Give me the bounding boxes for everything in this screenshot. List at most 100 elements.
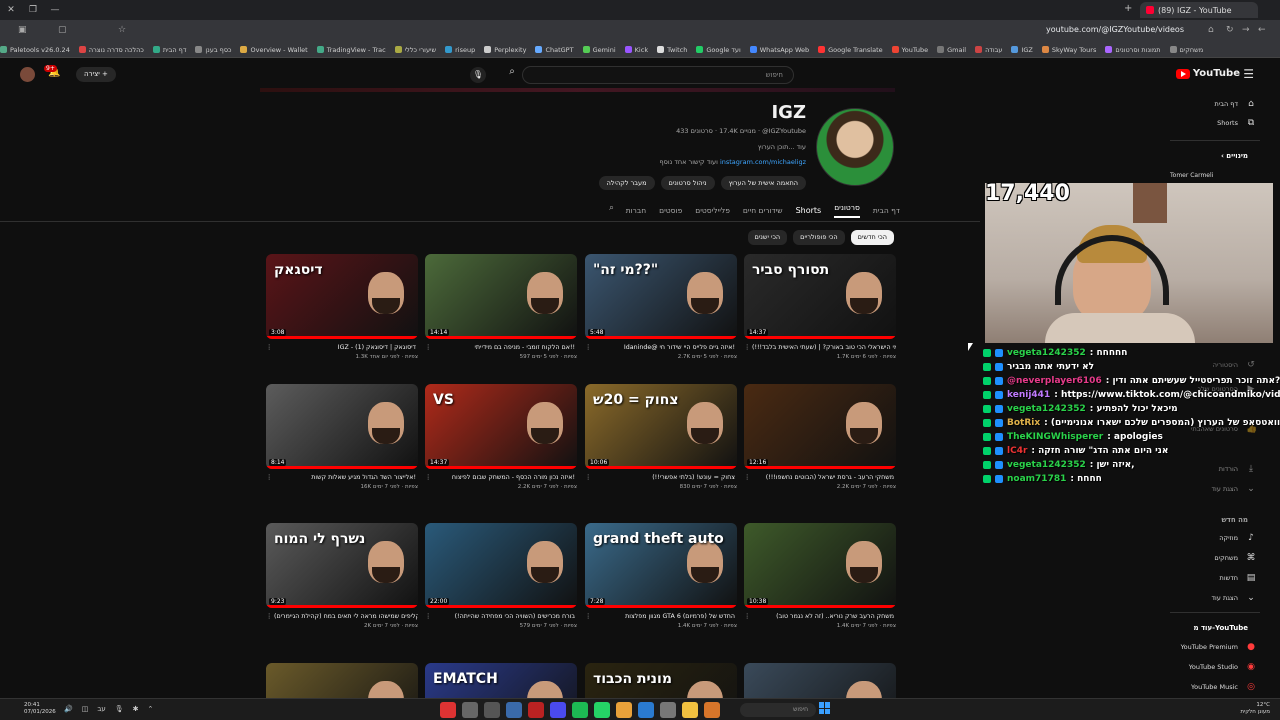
video-card[interactable]: grand theft auto 7:28 ⋮ מגוון מפלצות GTA 6 … [585,523,737,629]
bookmark-item[interactable]: SkyWay Tours [1041,46,1096,54]
video-card[interactable]: 12:16 ⋮ משחקי הרעב - גרסת ישראל (הבוטים נח… [744,384,896,490]
settings-icon[interactable] [484,702,500,718]
video-card[interactable]: תסורף סביר 14:37 ⋮ מי הישראלי הכי טוב באורק… [744,254,896,360]
back-icon[interactable]: ← [1258,25,1266,35]
bookmark-item[interactable]: כהלכה סדרה נוצרה [78,46,144,54]
more-options-icon[interactable]: ⋮ [266,474,272,482]
more-options-icon[interactable]: ⋮ [585,344,591,352]
more-options-icon[interactable]: ⋮ [744,613,750,621]
windows-start-icon[interactable] [819,702,831,714]
video-thumbnail[interactable]: תסורף סביר 14:37 [744,254,896,339]
bookmark-item[interactable]: Google Translate [818,46,883,54]
tab-3[interactable]: שידורים חיים [743,206,783,215]
tab-1[interactable]: סרטונים [834,203,860,218]
channel-description[interactable]: עוד ...תוכן הערוץ [758,143,806,151]
video-thumbnail[interactable]: 22:00 [425,523,577,608]
app-icon-5[interactable] [638,702,654,718]
search-icon[interactable]: ⌕ [500,66,524,84]
bookmark-item[interactable]: Overview - Wallet [240,46,308,54]
minimize-window-icon[interactable]: — [44,5,66,15]
restore-window-icon[interactable]: ❐ [22,5,44,15]
language-icon[interactable]: עב [97,705,105,713]
youtube-logo[interactable]: YouTube [1175,68,1240,79]
video-card[interactable]: "מי זה??" 5:48 ⋮ Idaninde@ איזה גיים פלייס … [585,254,737,360]
tab-5[interactable]: פוסטים [659,206,682,215]
sidebar-subscriptions-title[interactable]: ‹ מינויים [1221,152,1248,160]
video-card[interactable]: צחוק = 20ש 10:06 ⋮ צחוק = עונש! (בלתי אפשרי… [585,384,737,490]
discord-icon[interactable] [550,702,566,718]
whatsapp-icon[interactable] [594,702,610,718]
chevron-up-icon[interactable]: ⌃ [148,705,154,713]
video-card[interactable]: 10:38 ⋮ משחק הרעב שרק נוריא.. (זה לא נגמר … [744,523,896,629]
video-title[interactable]: ⋮ מגוון מפלצות GTA 6 החדש של (פרמיום) [585,613,737,621]
sidebar-item-news[interactable]: חדשות ▤ [1220,573,1256,583]
video-title[interactable]: ⋮ משחק הרעב שרק נוריא.. (זה לא נגמר טוב) [744,613,896,621]
forward-icon[interactable]: → [1242,25,1250,35]
file-explorer-icon[interactable] [682,702,698,718]
video-card[interactable]: 14:14 ⋮ אם הלקוח זומבי - מניפה בם מידייתי!… [425,254,577,360]
app-icon-6[interactable] [660,702,676,718]
video-card[interactable]: 8:14 ⋮ אלייצור השד הגדול מגיע שאלות קשות! 1… [266,384,418,490]
search-input[interactable]: חיפוש [522,66,794,84]
video-title[interactable]: ⋮ מי הישראלי הכי טוב באורק? | (שעתי האישי… [744,344,896,352]
more-options-icon[interactable]: ⋮ [266,344,272,352]
video-title[interactable]: ⋮ איזה נכון מורה הכסף - המשחק שבום לפיצוח… [425,474,577,482]
sidebar-item-home[interactable]: דף הבית ⌂ [1214,99,1256,109]
bookmark-item[interactable]: WhatsApp Web [749,46,809,54]
reload-icon[interactable]: ↻ [1226,25,1234,35]
close-window-icon[interactable]: ✕ [0,5,22,15]
bookmark-item[interactable]: משחקים [1169,46,1203,54]
channel-action-button[interactable]: ניהול סרטונים [660,176,715,190]
channel-links-more[interactable]: ועוד קישור אחד נוסף [660,158,718,166]
mic-icon[interactable]: 🎙 [115,705,124,713]
app-icon-4[interactable] [528,702,544,718]
video-card[interactable]: נשרף לי המוח 9:23 ⋮ הקליפים שמישהו מראה לי … [266,523,418,629]
more-options-icon[interactable]: ⋮ [425,344,431,352]
tab-4[interactable]: פלייליסטים [695,206,730,215]
app-icon-1[interactable] [440,702,456,718]
video-title[interactable]: ⋮ Idaninde@ איזה גיים פלייס היי שידור חי! [585,344,737,352]
sidebar-item-shorts[interactable]: Shorts ⧉ [1217,118,1256,128]
video-thumbnail[interactable]: נשרף לי המוח 9:23 [266,523,418,608]
star-icon[interactable]: ☆ [118,25,126,35]
video-title[interactable]: ⋮ צחוק = עונש! (בלתי אפשרי!!) [585,474,737,482]
video-thumbnail[interactable]: "מי זה??" 5:48 [585,254,737,339]
bookmark-item[interactable]: שיעורי כללי [394,46,436,54]
taskbar-clock[interactable]: 20:41 07/01/2026 [24,702,56,716]
tab-6[interactable]: חברות [626,206,646,215]
bookmark-item[interactable]: Kick [624,46,648,54]
video-title[interactable]: ⋮ IGZ - דיסוגאק | דיסוגאק (1) [266,344,418,352]
bookmark-item[interactable]: YouTube [891,46,928,54]
instagram-link[interactable]: instagram.com/michaeligz [720,158,806,166]
channel-avatar[interactable] [816,108,894,186]
video-title[interactable]: ⋮ הקליפים שמישהו מראה לי תאים במח (קהילת … [266,613,418,621]
new-tab-icon[interactable]: + [1124,3,1132,14]
speaker-icon[interactable]: 🔊 [64,705,73,713]
more-options-icon[interactable]: ⋮ [425,474,431,482]
video-thumbnail[interactable]: VS 14:37 [425,384,577,469]
video-thumbnail[interactable]: 8:14 [266,384,418,469]
more-options-icon[interactable]: ⋮ [585,613,591,621]
sidebar-item-music[interactable]: מוזיקה ♪ [1219,533,1256,543]
extension-icon[interactable]: ▣ [18,25,27,35]
sidebar-subscription-item[interactable]: Tomer Carmeli [1170,172,1213,179]
tab-2[interactable]: Shorts [796,206,822,215]
video-title[interactable]: ⋮ אלייצור השד הגדול מגיע שאלות קשות! [266,474,418,482]
home-icon[interactable]: ⌂ [1208,25,1214,35]
bookmark-item[interactable]: עבודה [975,46,1002,54]
sidebar-item-studio[interactable]: YouTube Studio ◉ [1189,662,1256,672]
channel-action-button[interactable]: מעבר לקהילה [598,176,655,190]
bookmark-item[interactable]: IGZ [1011,46,1033,54]
tab-search-icon[interactable]: ▢ [58,25,67,35]
bookmark-item[interactable]: Twitch [657,46,687,54]
url-field[interactable]: youtube.com/@IGZYoutube/videos [1046,25,1184,34]
sidebar-item-show-more[interactable]: הצגת עוד ⌄ [1211,593,1256,603]
video-thumbnail[interactable]: grand theft auto 7:28 [585,523,737,608]
bookmark-item[interactable]: כסף בענן [195,46,231,54]
video-thumbnail[interactable]: 14:14 [425,254,577,339]
bookmark-item[interactable]: תמונות וסרטונים [1105,46,1161,54]
bookmark-item[interactable]: Perplexity [484,46,526,54]
video-thumbnail[interactable]: 12:16 [744,384,896,469]
app-icon-3[interactable] [506,702,522,718]
hamburger-menu-icon[interactable]: ☰ [1243,67,1254,81]
